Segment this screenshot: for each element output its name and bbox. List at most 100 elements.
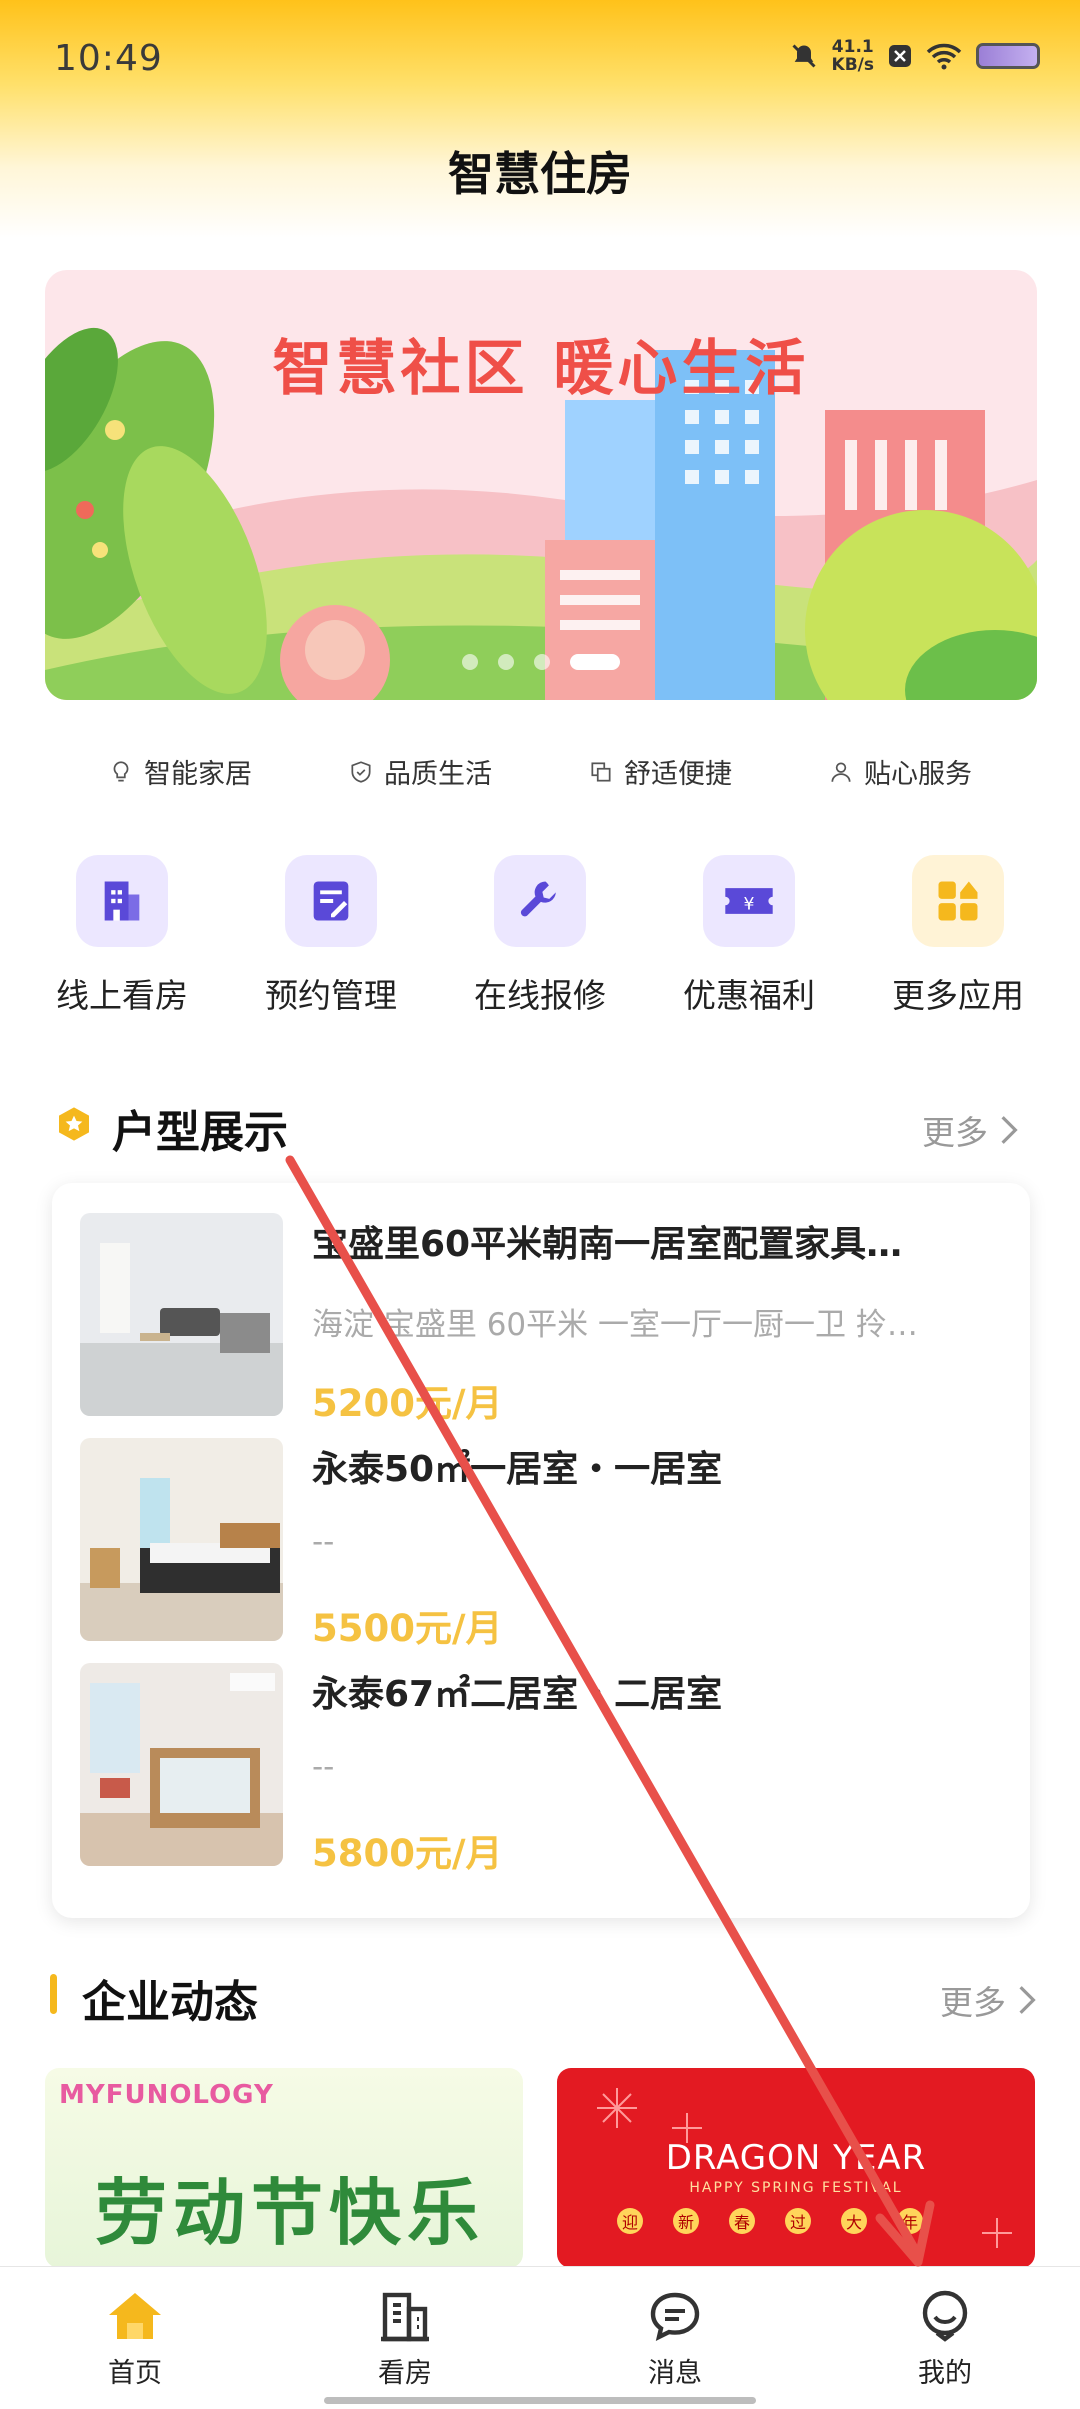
tab-label: 消息 [648, 2358, 702, 2389]
app-icon-box [494, 855, 586, 947]
carousel-dot-active [570, 654, 620, 670]
feature-strip: 智能家居 品质生活 舒适便捷 贴心服务 [0, 752, 1080, 791]
feature-service: 贴心服务 [828, 752, 972, 791]
app-grid: 线上看房 预约管理 在线报修 ¥ 优惠福利 更多应用 [22, 855, 1058, 1017]
news-subtitle: HAPPY SPRING FESTIVAL [689, 2180, 903, 2196]
house-name: 宝盛里60平米朝南一居室配置家具… [312, 1224, 903, 1265]
more-label: 更多 [940, 1983, 1006, 2022]
edit-icon [313, 881, 349, 921]
svg-text:¥: ¥ [744, 895, 755, 915]
app-label: 预约管理 [265, 976, 397, 1015]
home-icon [109, 2293, 161, 2339]
feature-smart-home: 智能家居 [108, 752, 252, 791]
app-repair[interactable]: 在线报修 [440, 855, 640, 1017]
hexagon-star-icon [59, 1107, 89, 1141]
tab-houses[interactable]: 看房 [270, 2267, 540, 2409]
house-photo [80, 1438, 283, 1641]
app-label: 更多应用 [892, 976, 1024, 1015]
house-name: 永泰50㎡一居室・一居室 [312, 1449, 723, 1490]
news-card-dragon-year[interactable]: DRAGON YEAR HAPPY SPRING FESTIVAL 迎 新 春 … [557, 2068, 1035, 2268]
tab-home[interactable]: 首页 [0, 2267, 270, 2409]
app-icon-box [285, 855, 377, 947]
carousel-dot [498, 654, 514, 670]
greeting-char: 春 [729, 2208, 755, 2234]
greeting-char: 过 [785, 2208, 811, 2234]
gesture-home-bar[interactable] [324, 2397, 756, 2404]
bottom-tab-bar: 首页 看房 消息 我的 [0, 2266, 1080, 2409]
news-more-link[interactable]: 更多 [940, 1976, 1038, 2024]
carousel-indicator [45, 654, 1037, 670]
bell-muted-icon [792, 44, 816, 68]
news-headline: 劳动节快乐 [95, 2170, 486, 2255]
app-more[interactable]: 更多应用 [858, 855, 1058, 1017]
house-desc: -- [312, 1524, 335, 1560]
tab-messages[interactable]: 消息 [540, 2267, 810, 2409]
house-list-card: 宝盛里60平米朝南一居室配置家具… 海淀 宝盛里 60平米 一室一厅一厨一卫 拎… [52, 1183, 1030, 1918]
carousel-dot [534, 654, 550, 670]
feature-quality-life: 品质生活 [348, 752, 492, 791]
building-outline-icon [381, 2292, 429, 2342]
app-label: 优惠福利 [683, 976, 815, 1015]
tab-label: 我的 [918, 2358, 972, 2389]
feature-label: 舒适便捷 [624, 759, 732, 790]
tab-label: 首页 [108, 2358, 162, 2389]
house-photo [80, 1213, 283, 1416]
ticket-icon: ¥ [725, 888, 773, 915]
banner-headline: 智慧社区 暖心生活 [272, 334, 810, 404]
house-item[interactable]: 永泰67㎡二居室・二居室 -- 5800元/月 [80, 1663, 1010, 1875]
house-more-link[interactable]: 更多 [922, 1106, 1020, 1154]
profile-icon [922, 2290, 968, 2342]
house-section-header: 户型展示 更多 [0, 1096, 1080, 1158]
wrench-icon [520, 881, 556, 917]
news-headline: DRAGON YEAR [665, 2138, 927, 2178]
house-desc: 海淀 宝盛里 60平米 一室一厅一厨一卫 拎… [312, 1307, 918, 1343]
net-speed: 41.1 KB/s [832, 38, 874, 74]
house-item[interactable]: 永泰50㎡一居室・一居室 -- 5500元/月 [80, 1438, 1010, 1650]
tab-profile[interactable]: 我的 [810, 2267, 1080, 2409]
second-bedroom-image [80, 1663, 283, 1866]
status-icons: 41.1 KB/s [790, 38, 1040, 74]
battery-icon [976, 43, 1040, 69]
status-bar: 10:49 41.1 KB/s [0, 0, 1080, 120]
house-section-title: 户型展示 [112, 1107, 288, 1158]
house-item[interactable]: 宝盛里60平米朝南一居室配置家具… 海淀 宝盛里 60平米 一室一厅一厨一卫 拎… [80, 1213, 1010, 1425]
living-room-image [80, 1213, 283, 1416]
news-brand: MYFUNOLOGY [59, 2080, 274, 2110]
app-label: 线上看房 [56, 976, 188, 1015]
news-section-title: 企业动态 [82, 1977, 258, 2028]
news-section-header: 企业动态 更多 [0, 1966, 1080, 2028]
net-speed-value: 41.1 [831, 37, 874, 57]
section-accent-bar [50, 1974, 57, 2014]
app-icon-box [76, 855, 168, 947]
close-box-icon [889, 45, 911, 67]
chevron-right-icon [1001, 1116, 1018, 1144]
house-price: 5500元/月 [312, 1607, 503, 1650]
carousel-dot [462, 654, 478, 670]
feature-label: 智能家居 [144, 759, 252, 790]
house-photo [80, 1663, 283, 1866]
grid-icon [938, 881, 978, 921]
app-online-viewing[interactable]: 线上看房 [22, 855, 222, 1017]
message-icon [650, 2292, 700, 2342]
tab-label: 看房 [378, 2358, 432, 2389]
status-time: 10:49 [54, 38, 163, 79]
greeting-char: 新 [673, 2208, 699, 2234]
app-benefits[interactable]: ¥ 优惠福利 [649, 855, 849, 1017]
house-price: 5800元/月 [312, 1832, 503, 1875]
person-icon [831, 761, 851, 782]
copy-icon [591, 761, 611, 782]
shield-icon [351, 760, 371, 783]
banner-carousel[interactable]: 智慧社区 暖心生活 [45, 270, 1037, 700]
lightbulb-icon [113, 760, 129, 782]
app-appointments[interactable]: 预约管理 [231, 855, 431, 1017]
app-icon-box: ¥ [703, 855, 795, 947]
building-icon [104, 881, 140, 921]
news-greeting-row: 迎 新 春 过 大 年 [617, 2208, 923, 2234]
wifi-icon [926, 43, 962, 70]
chevron-right-icon [1019, 1986, 1036, 2014]
house-desc: -- [312, 1749, 335, 1785]
news-card-labor-day[interactable]: MYFUNOLOGY 劳动节快乐 [45, 2068, 523, 2268]
bedroom-image [80, 1438, 283, 1641]
house-price: 5200元/月 [312, 1382, 503, 1425]
greeting-char: 年 [897, 2208, 923, 2234]
